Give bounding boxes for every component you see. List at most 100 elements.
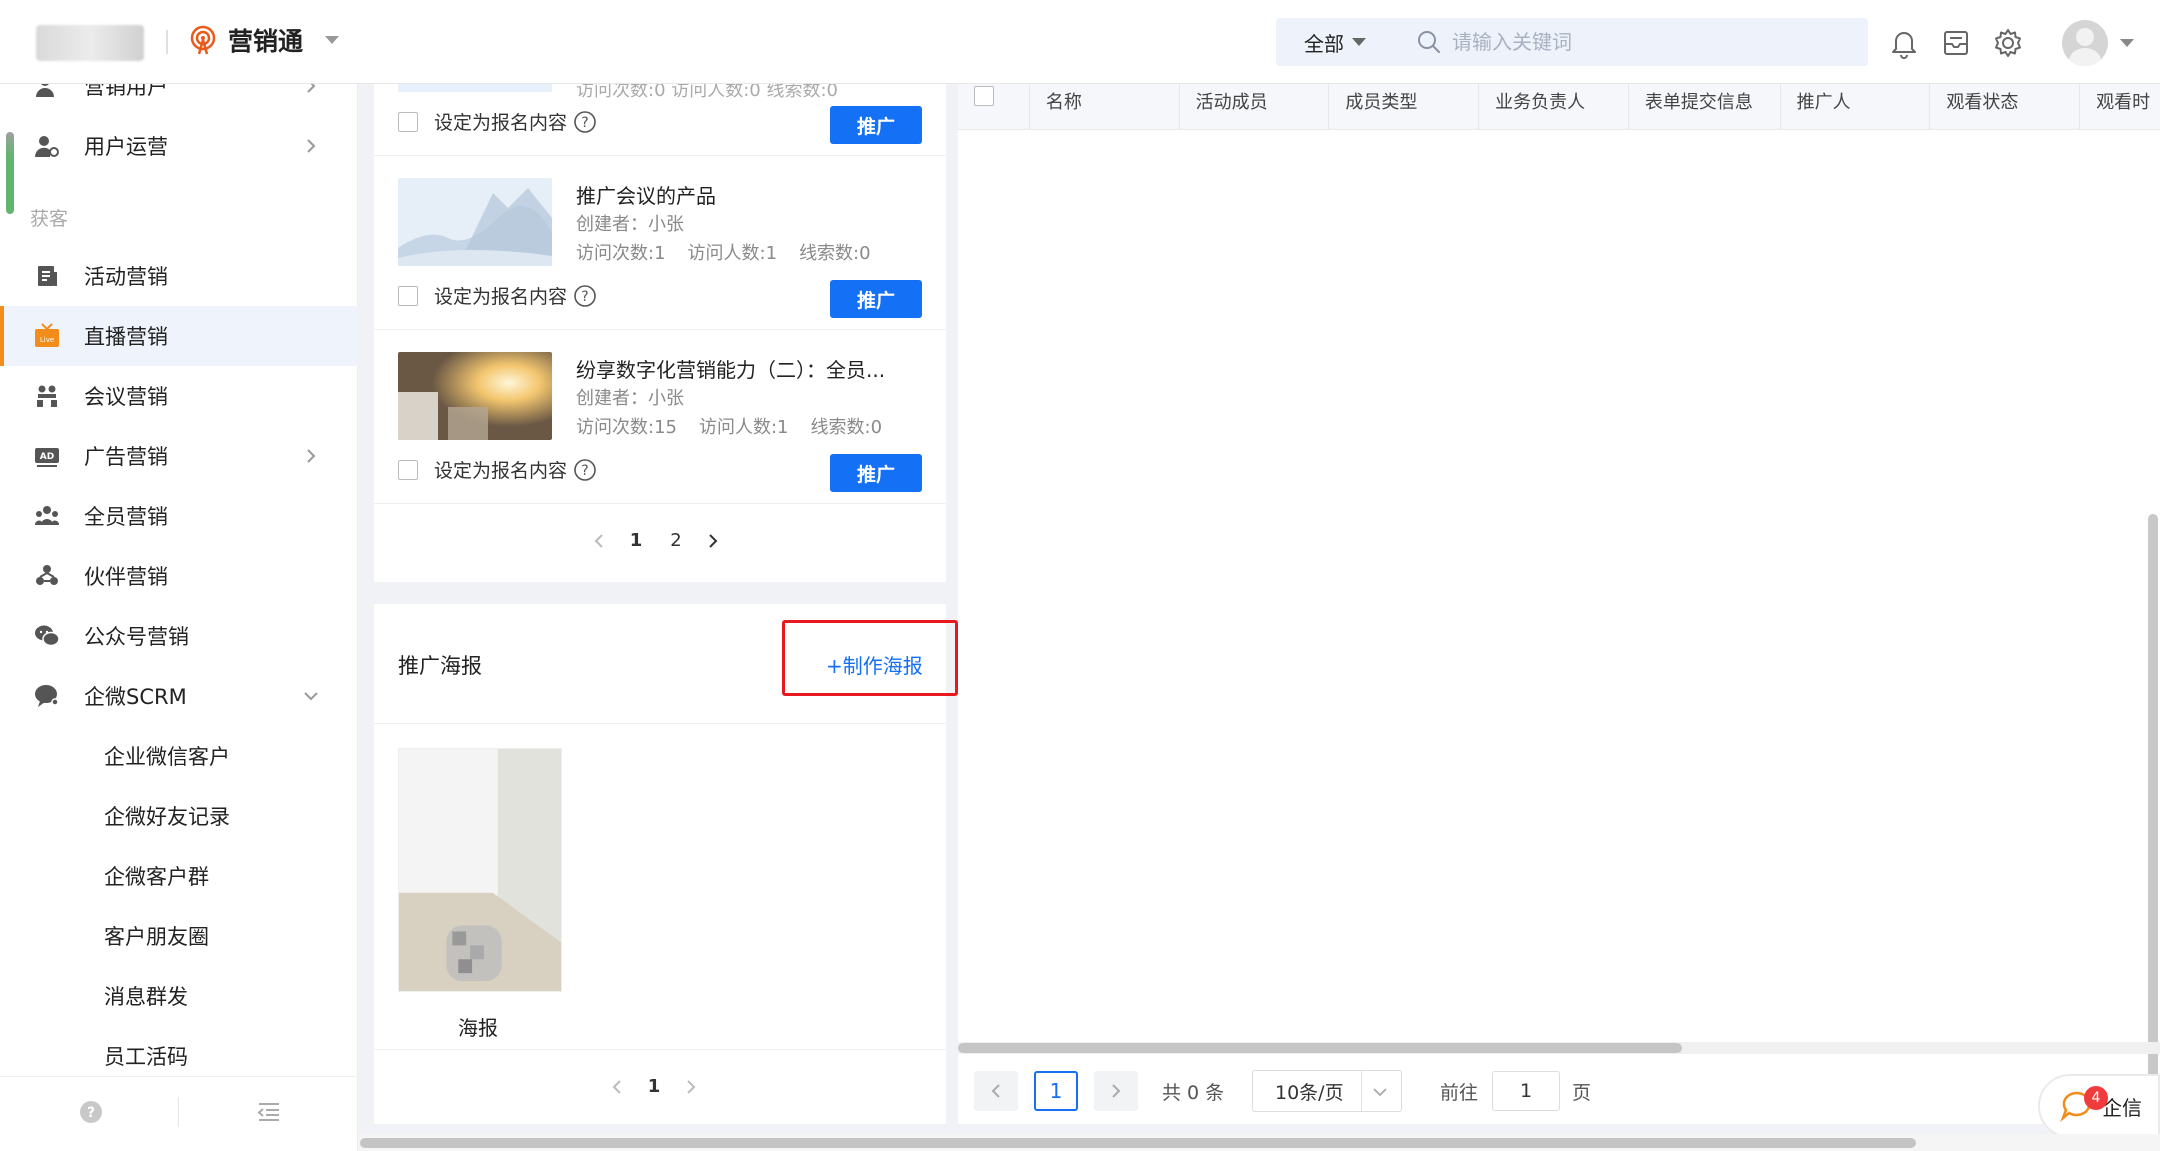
chevron-right-icon[interactable] [684, 1079, 698, 1094]
sidebar-item-label: 会议营销 [84, 385, 168, 409]
content-title[interactable]: 纷享数字化营销能力（二）：全员... [576, 354, 885, 383]
sidebar-item-label: 企微好友记录 [104, 805, 230, 829]
sidebar-item-activity[interactable]: 活动营销 [0, 246, 358, 306]
content-creator: 创建者：小张 [576, 214, 684, 235]
column-header[interactable]: 观看时 [2080, 84, 2160, 130]
gear-icon[interactable] [1992, 27, 2024, 59]
page-horizontal-scrollbar[interactable] [358, 1134, 2160, 1151]
sidebar-item-official-account[interactable]: 公众号营销 [0, 606, 358, 666]
current-page-button[interactable]: 1 [1034, 1071, 1078, 1111]
sidebar-footer: ? [0, 1076, 358, 1151]
checkbox[interactable] [398, 286, 418, 306]
sidebar-item-partner[interactable]: 伙伴营销 [0, 546, 358, 606]
page-number[interactable]: 1 [626, 530, 646, 551]
column-header[interactable]: 业务负责人 [1479, 84, 1629, 130]
column-header[interactable]: 成员类型 [1329, 84, 1480, 130]
page-number[interactable]: 1 [644, 1076, 664, 1097]
lead-count: 线索数:0 [799, 243, 871, 264]
collapse-menu-icon[interactable] [256, 1099, 282, 1125]
chevron-right-icon[interactable] [706, 533, 720, 548]
team-icon [34, 506, 60, 525]
caret-down-icon[interactable] [2120, 39, 2134, 47]
avatar[interactable] [2062, 20, 2108, 66]
logo-divider [166, 30, 168, 54]
page-size-select[interactable]: 10条/页 [1252, 1070, 1402, 1112]
scroll-thumb[interactable] [360, 1138, 1916, 1148]
sidebar-item-live[interactable]: Live 直播营销 [0, 306, 358, 366]
checkbox[interactable] [398, 460, 418, 480]
vertical-scrollbar[interactable] [2148, 514, 2158, 1151]
wechat-icon [35, 625, 60, 647]
checkbox[interactable] [398, 112, 418, 132]
sidebar-item-label: 消息群发 [104, 985, 188, 1009]
company-logo[interactable] [36, 25, 144, 61]
prev-page-button[interactable] [974, 1071, 1018, 1111]
sidebar-subitem-moments[interactable]: 客户朋友圈 [0, 906, 358, 966]
unread-badge: 4 [2084, 1086, 2108, 1110]
poster-thumbnail[interactable] [398, 748, 562, 992]
lead-count: 线索数:0 [810, 417, 883, 438]
visit-count: 访问次数:15 [576, 417, 677, 438]
total-count: 共 0 条 [1162, 1081, 1225, 1104]
page-number[interactable]: 2 [666, 530, 686, 551]
visitor-count: 访问人数:1 [698, 417, 789, 438]
content-stats: 访问次数:1 访问人数:1 线索数:0 [576, 239, 871, 265]
global-search: 全部 [1276, 18, 1868, 66]
sidebar-item-label: 企业微信客户 [104, 745, 230, 769]
sidebar-subitem-friend-records[interactable]: 企微好友记录 [0, 786, 358, 846]
goto-page-input[interactable] [1492, 1071, 1561, 1111]
svg-text:?: ? [581, 115, 588, 131]
scroll-thumb[interactable] [958, 1043, 1682, 1053]
app-name: 营销通 [228, 27, 304, 56]
svg-text:AD: AD [40, 452, 54, 462]
content-thumbnail[interactable] [398, 178, 552, 266]
horizontal-scrollbar[interactable] [958, 1042, 2160, 1054]
live-tv-icon: Live [35, 323, 59, 347]
promote-button[interactable]: 推广 [830, 106, 922, 144]
partner-icon [36, 565, 58, 585]
search-scope-value: 全部 [1304, 31, 1344, 56]
qixin-messenger-button[interactable]: 4 企信 [2038, 1074, 2160, 1138]
sidebar-subitem-wecom-customers[interactable]: 企业微信客户 [0, 726, 358, 786]
search-input[interactable] [1452, 30, 1832, 54]
search-scope-select[interactable]: 全部 [1276, 28, 1416, 57]
sidebar-item-all-staff[interactable]: 全员营销 [0, 486, 358, 546]
promote-button[interactable]: 推广 [830, 280, 922, 318]
chevron-left-icon[interactable] [610, 1079, 624, 1094]
column-header[interactable]: 活动成员 [1180, 84, 1330, 130]
column-header[interactable]: 表单提交信息 [1629, 84, 1781, 130]
inbox-icon[interactable] [1940, 27, 1972, 59]
help-icon[interactable]: ? [78, 1099, 104, 1125]
sidebar-item-wecom-scrm[interactable]: 企微SCRM [0, 666, 358, 726]
app-switcher[interactable]: 营销通 [188, 22, 340, 58]
sidebar-item-ads[interactable]: AD 广告营销 [0, 426, 358, 486]
column-header[interactable]: 观看状态 [1930, 84, 2081, 130]
bell-icon[interactable] [1888, 27, 1920, 59]
chevron-left-icon[interactable] [592, 533, 606, 548]
checkbox-label: 设定为报名内容 [434, 112, 568, 134]
footer-divider [178, 1097, 179, 1127]
column-header[interactable]: 推广人 [1781, 84, 1931, 130]
promote-button[interactable]: 推广 [830, 454, 922, 492]
sidebar-item-label: 企微SCRM [84, 685, 187, 709]
sidebar-item-user-ops[interactable]: 用户运营 [0, 116, 358, 176]
sidebar-subitem-mass-message[interactable]: 消息群发 [0, 966, 358, 1026]
poster-pagination: 1 [610, 1076, 698, 1097]
sidebar-subitem-customer-groups[interactable]: 企微客户群 [0, 846, 358, 906]
highlight-box [782, 620, 958, 696]
sidebar-item-meeting[interactable]: 会议营销 [0, 366, 358, 426]
checkbox-label: 设定为报名内容 [434, 460, 568, 482]
content-thumbnail[interactable] [398, 352, 552, 440]
question-icon[interactable]: ? [573, 458, 597, 482]
select-all-checkbox[interactable] [974, 86, 994, 106]
sidebar-item-label: 企微客户群 [104, 865, 209, 889]
caret-down-icon [1352, 38, 1366, 46]
content-title[interactable]: 推广会议的产品 [576, 180, 716, 209]
next-page-button[interactable] [1094, 1071, 1138, 1111]
question-icon[interactable]: ? [573, 284, 597, 308]
column-header[interactable]: 名称 [1030, 84, 1180, 130]
qixin-label: 企信 [2102, 1095, 2142, 1120]
goto-label: 前往 [1440, 1081, 1479, 1104]
question-icon[interactable]: ? [573, 110, 597, 134]
visitor-count: 访问人数:1 [687, 243, 778, 264]
